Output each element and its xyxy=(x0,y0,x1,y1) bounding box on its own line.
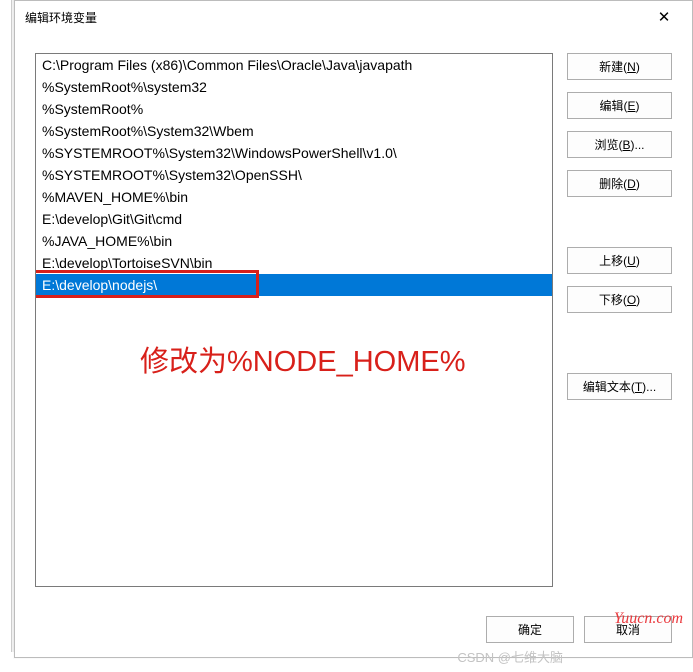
new-button[interactable]: 新建(N) xyxy=(567,53,672,80)
spacer xyxy=(567,209,672,235)
close-button[interactable]: ✕ xyxy=(644,3,684,31)
ok-button[interactable]: 确定 xyxy=(486,616,574,643)
watermark-csdn: CSDN @七维大脑 xyxy=(457,647,563,666)
path-entry-row[interactable]: %JAVA_HOME%\bin xyxy=(36,230,552,252)
path-entry-row[interactable]: %MAVEN_HOME%\bin xyxy=(36,186,552,208)
path-entry-row[interactable]: %SystemRoot%\System32\Wbem xyxy=(36,120,552,142)
path-entry-row[interactable]: %SystemRoot% xyxy=(36,98,552,120)
side-button-column: 新建(N) 编辑(E) 浏览(B)... 删除(D) 上移(U) 下移(O) xyxy=(567,53,672,643)
move-up-button[interactable]: 上移(U) xyxy=(567,247,672,274)
edit-button[interactable]: 编辑(E) xyxy=(567,92,672,119)
dialog-titlebar: 编辑环境变量 ✕ xyxy=(15,1,692,33)
path-entry-row[interactable]: C:\Program Files (x86)\Common Files\Orac… xyxy=(36,54,552,76)
background-left-strip xyxy=(0,0,12,672)
dialog-title: 编辑环境变量 xyxy=(25,9,644,26)
delete-button[interactable]: 删除(D) xyxy=(567,170,672,197)
dialog-content: C:\Program Files (x86)\Common Files\Orac… xyxy=(15,35,692,657)
edit-text-button[interactable]: 编辑文本(T)... xyxy=(567,373,672,400)
path-entry-row[interactable]: %SystemRoot%\system32 xyxy=(36,76,552,98)
browse-button[interactable]: 浏览(B)... xyxy=(567,131,672,158)
annotation-text: 修改为%NODE_HOME% xyxy=(140,338,466,380)
move-down-button[interactable]: 下移(O) xyxy=(567,286,672,313)
dialog-layout: C:\Program Files (x86)\Common Files\Orac… xyxy=(35,53,672,643)
watermark-yuucn: Yuucn.com xyxy=(614,610,683,628)
path-entries-listbox[interactable]: C:\Program Files (x86)\Common Files\Orac… xyxy=(35,53,553,587)
path-entry-row[interactable]: %SYSTEMROOT%\System32\WindowsPowerShell\… xyxy=(36,142,552,164)
path-entry-row[interactable]: %SYSTEMROOT%\System32\OpenSSH\ xyxy=(36,164,552,186)
path-entry-row[interactable]: E:\develop\nodejs\ xyxy=(36,274,552,296)
spacer xyxy=(567,325,672,361)
edit-env-var-dialog: 编辑环境变量 ✕ C:\Program Files (x86)\Common F… xyxy=(14,0,693,658)
close-icon: ✕ xyxy=(658,8,671,26)
path-entry-row[interactable]: E:\develop\TortoiseSVN\bin xyxy=(36,252,552,274)
path-entry-row[interactable]: E:\develop\Git\Git\cmd xyxy=(36,208,552,230)
